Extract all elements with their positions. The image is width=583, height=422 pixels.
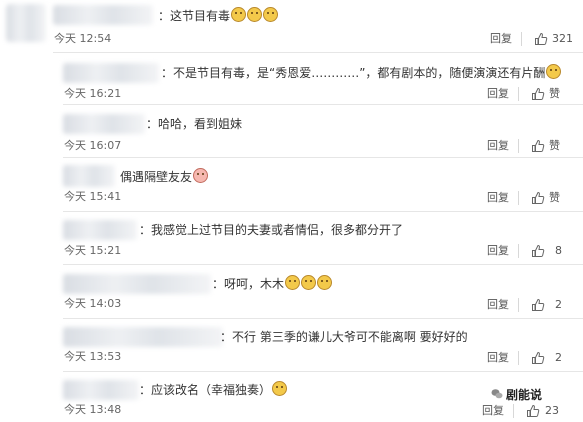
- divider: [63, 264, 583, 265]
- timestamp: 今天 15:41: [64, 190, 122, 203]
- comment-item: ：呀呵，木木 今天 14:03 回复 2: [0, 270, 583, 316]
- comment-item: ：哈哈，看到姐妹 今天 16:07 回复 赞: [0, 110, 583, 154]
- emoji-icon: [263, 7, 279, 22]
- separator: [518, 87, 519, 101]
- timestamp: 今天 16:07: [64, 139, 122, 152]
- comment-text-row: ：哈哈，看到姐妹: [146, 113, 242, 135]
- separator: [513, 404, 514, 418]
- emoji-icon: [301, 275, 317, 290]
- comment-text: ：不行 第三季的谦儿大爷可不能离啊 要好好的: [220, 330, 468, 344]
- reply-button[interactable]: 回复: [482, 403, 504, 419]
- separator: [518, 351, 519, 365]
- like-label: 赞: [549, 139, 560, 152]
- like-label: 赞: [549, 87, 560, 100]
- comment-text-row: 偶遇隔壁友友: [120, 166, 209, 188]
- timestamp: 今天 15:21: [64, 244, 122, 257]
- comment-text: 偶遇隔壁友友: [120, 170, 193, 184]
- thumbs-up-icon[interactable]: [534, 32, 548, 46]
- reply-button[interactable]: 回复: [487, 243, 509, 259]
- reply-button[interactable]: 回复: [487, 138, 509, 154]
- comment-item: ：不行 第三季的谦儿大爷可不能离啊 要好好的 今天 13:53 回复 2: [0, 324, 583, 368]
- comment-item: 偶遇隔壁友友 今天 15:41 回复 赞: [0, 163, 583, 209]
- timestamp: 今天 12:54: [54, 32, 112, 45]
- divider: [63, 211, 583, 212]
- reply-button[interactable]: 回复: [487, 86, 509, 102]
- divider: [63, 157, 583, 158]
- divider: [63, 318, 583, 319]
- username-redacted[interactable]: [63, 380, 139, 400]
- separator: [521, 32, 522, 46]
- emoji-icon: [317, 275, 333, 290]
- reply-button[interactable]: 回复: [487, 297, 509, 313]
- like-label: 赞: [549, 191, 560, 204]
- username-redacted[interactable]: [63, 114, 145, 134]
- comment-text-row: ：不行 第三季的谦儿大爷可不能离啊 要好好的: [220, 326, 468, 348]
- thumbs-up-icon[interactable]: [531, 191, 545, 205]
- comment-item: ：不是节目有毒，是“秀恩爱…………”，都有剧本的，随便演演还有片酬 今天 16:…: [0, 60, 583, 102]
- emoji-icon: [247, 7, 263, 22]
- separator: [518, 191, 519, 205]
- like-count: 2: [555, 298, 562, 311]
- thumbs-up-icon[interactable]: [531, 351, 545, 365]
- username-redacted[interactable]: [53, 5, 153, 25]
- separator: [518, 139, 519, 153]
- username-redacted[interactable]: [63, 274, 211, 294]
- thumbs-up-icon[interactable]: [526, 404, 540, 418]
- like-count: 23: [545, 404, 559, 417]
- divider: [53, 52, 583, 53]
- username-redacted[interactable]: [63, 63, 159, 83]
- watermark-text: 剧能说: [506, 388, 543, 402]
- separator: [518, 298, 519, 312]
- comment-text-row: ：呀呵，木木: [212, 273, 333, 295]
- comment-text-row: ：这节目有毒: [158, 5, 279, 27]
- comment-text: ：呀呵，木木: [212, 277, 285, 291]
- username-redacted[interactable]: [63, 327, 223, 347]
- comment-text: ：不是节目有毒，是“秀恩爱…………”，都有剧本的，随便演演还有片酬: [161, 66, 546, 80]
- emoji-icon: [272, 381, 288, 396]
- reply-button[interactable]: 回复: [490, 31, 512, 47]
- wechat-icon: [491, 388, 503, 400]
- thumbs-up-icon[interactable]: [531, 87, 545, 101]
- separator: [518, 244, 519, 258]
- reply-button[interactable]: 回复: [487, 350, 509, 366]
- comment-text: ：哈哈，看到姐妹: [146, 117, 243, 131]
- like-count: 8: [555, 244, 562, 257]
- comment-text: ：这节目有毒: [158, 9, 231, 23]
- comment-text: ：我感觉上过节目的夫妻或者情侣，很多都分开了: [139, 223, 404, 237]
- timestamp: 今天 14:03: [64, 297, 122, 310]
- username-redacted[interactable]: [63, 165, 115, 187]
- timestamp: 今天 13:53: [64, 350, 122, 363]
- comment-item: ：我感觉上过节目的夫妻或者情侣，很多都分开了 今天 15:21 回复 8: [0, 217, 583, 261]
- like-count: 2: [555, 351, 562, 364]
- emoji-icon: [193, 168, 209, 183]
- emoji-icon: [231, 7, 247, 22]
- emoji-icon: [546, 64, 562, 79]
- username-redacted[interactable]: [63, 220, 137, 240]
- thumbs-up-icon[interactable]: [531, 244, 545, 258]
- timestamp: 今天 13:48: [64, 403, 122, 416]
- comment-thread: ：这节目有毒 今天 12:54 回复 321 ：不是节目有毒，是“秀恩爱……………: [0, 0, 583, 422]
- avatar[interactable]: [6, 4, 46, 42]
- divider: [63, 104, 583, 105]
- comment-text-row: ：不是节目有毒，是“秀恩爱…………”，都有剧本的，随便演演还有片酬: [161, 62, 562, 84]
- like-count: 321: [552, 32, 573, 45]
- emoji-icon: [285, 275, 301, 290]
- thumbs-up-icon[interactable]: [531, 139, 545, 153]
- comment-item: ：这节目有毒 今天 12:54 回复 321: [0, 0, 583, 46]
- reply-button[interactable]: 回复: [487, 190, 509, 206]
- thumbs-up-icon[interactable]: [531, 298, 545, 312]
- divider: [63, 371, 583, 372]
- comment-text-row: ：应该改名（幸福独奏）: [139, 379, 288, 401]
- comment-text-row: ：我感觉上过节目的夫妻或者情侣，很多都分开了: [139, 219, 403, 241]
- timestamp: 今天 16:21: [64, 87, 122, 100]
- comment-text: ：应该改名（幸福独奏）: [139, 383, 272, 397]
